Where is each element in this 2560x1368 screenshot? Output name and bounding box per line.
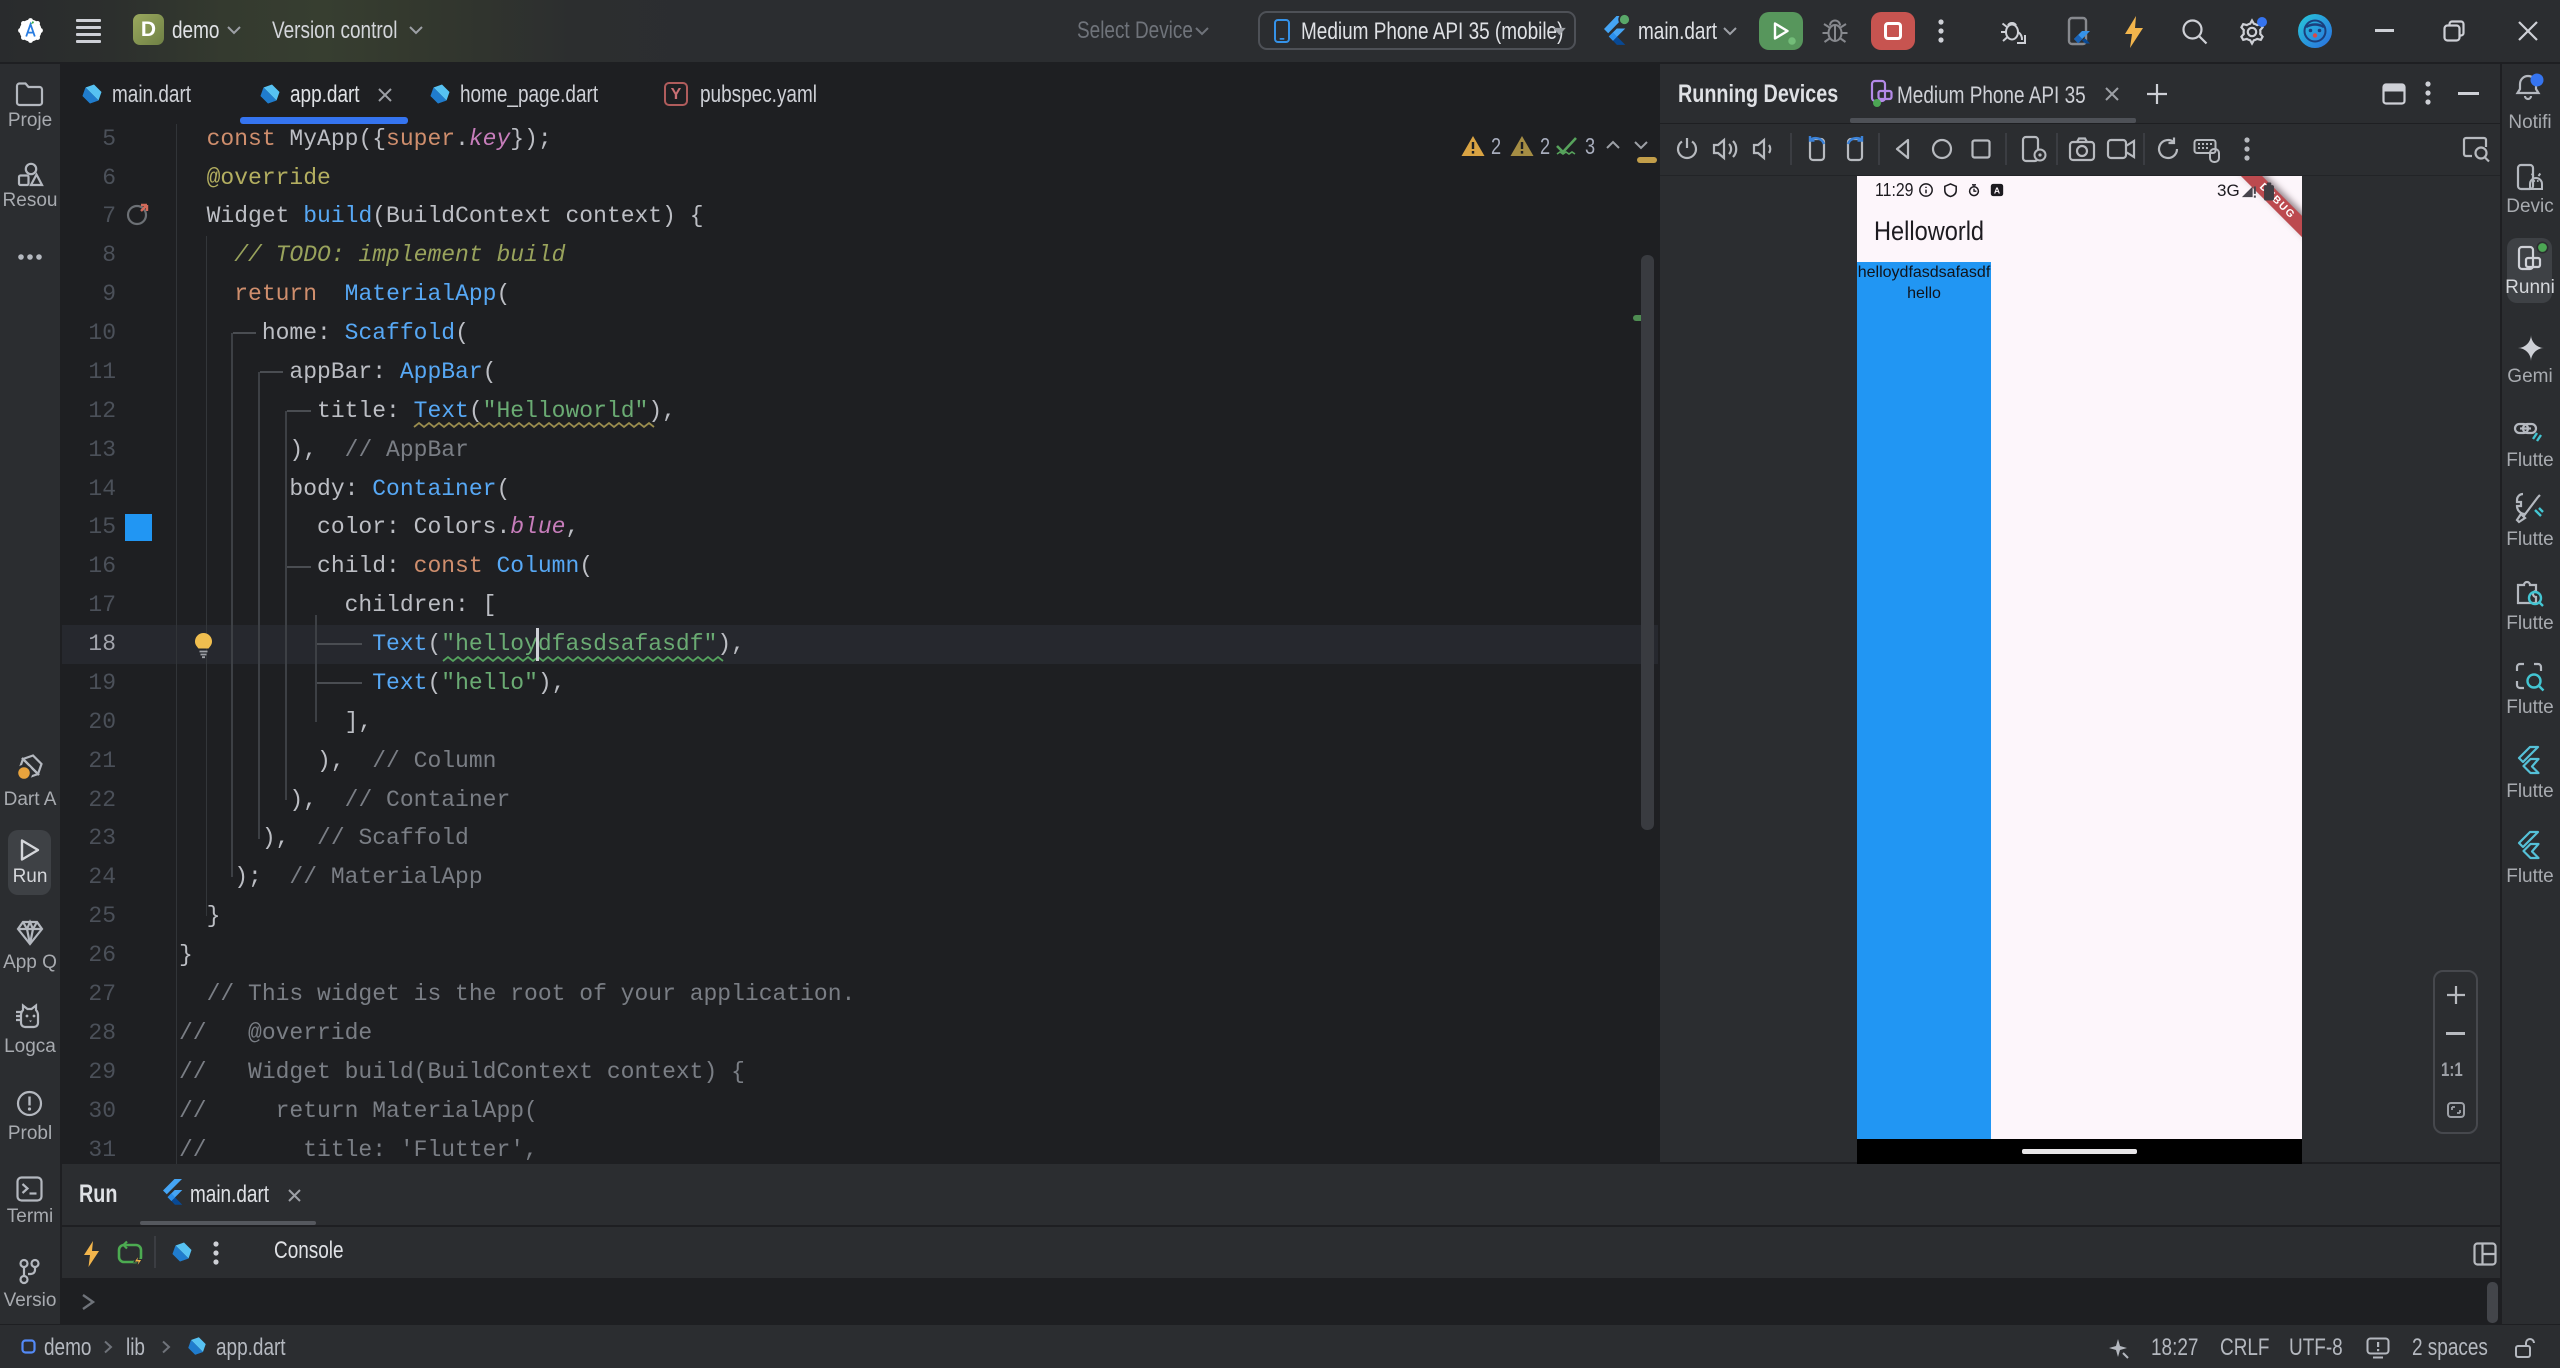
svg-text:A: A — [1994, 185, 2000, 195]
